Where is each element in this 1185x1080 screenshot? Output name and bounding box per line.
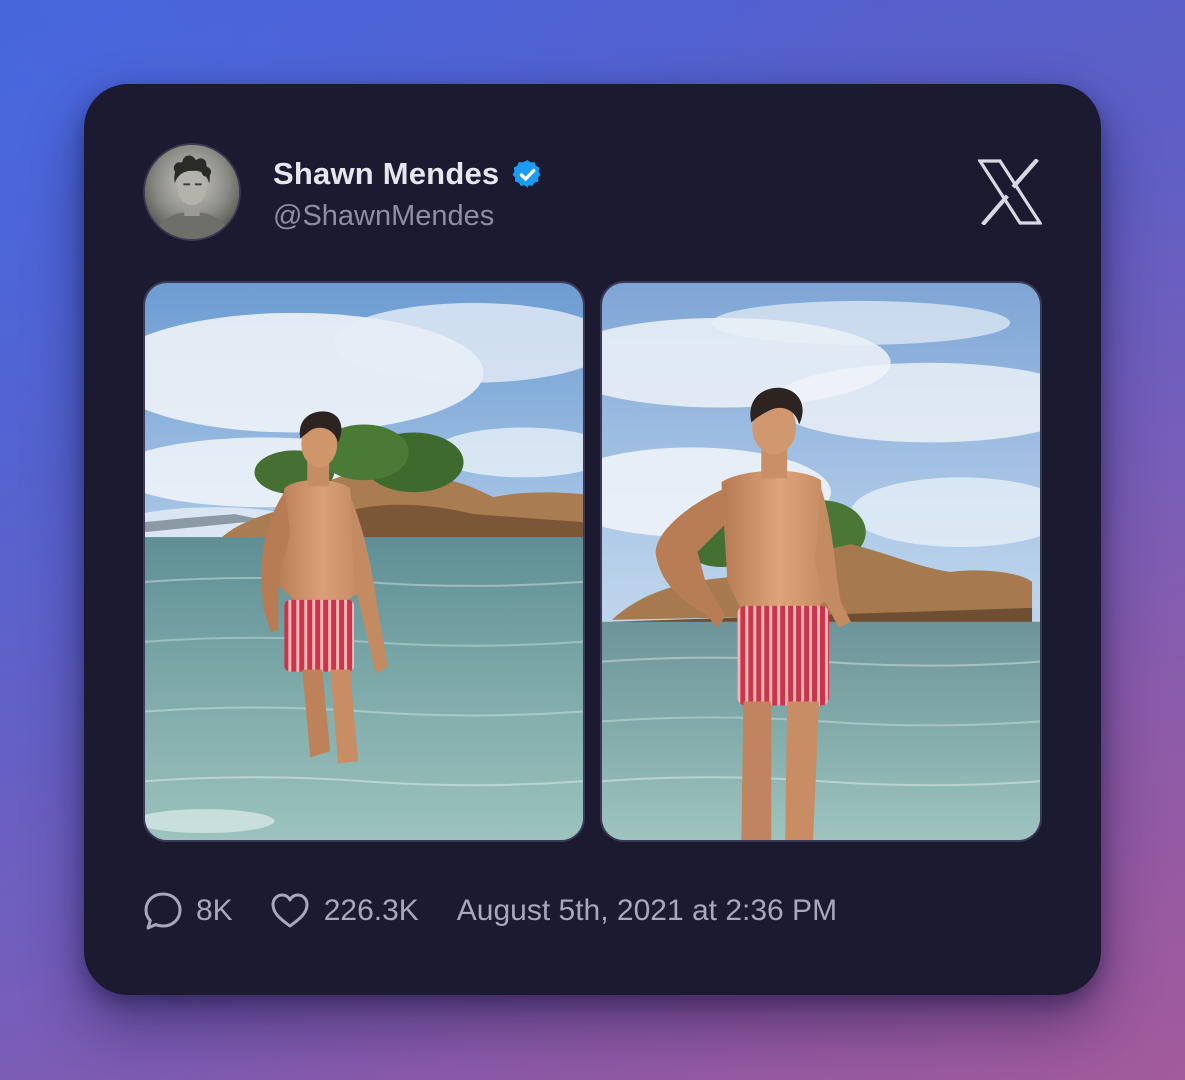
- avatar-image: [145, 145, 239, 239]
- tweet-photo-2[interactable]: [600, 281, 1042, 842]
- tweet-photo-1[interactable]: [143, 281, 585, 842]
- tweet-card: Shawn Mendes @ShawnMendes 8K 226.3K Augu…: [84, 84, 1101, 995]
- author-display-name[interactable]: Shawn Mendes: [273, 156, 499, 192]
- author-handle[interactable]: @ShawnMendes: [273, 200, 494, 233]
- likes-count: 226.3K: [323, 894, 419, 927]
- heart-icon: [271, 893, 309, 928]
- likes-stat[interactable]: 226.3K: [269, 890, 419, 932]
- x-logo-icon[interactable]: [978, 159, 1042, 225]
- replies-count: 8K: [196, 894, 233, 927]
- replies-stat[interactable]: 8K: [142, 890, 233, 932]
- tweet-timestamp[interactable]: August 5th, 2021 at 2:36 PM: [457, 894, 837, 928]
- verified-badge-icon: [512, 159, 541, 188]
- author-name-row[interactable]: Shawn Mendes: [273, 156, 544, 192]
- photo-beach-1: [145, 283, 583, 840]
- reply-bubble-icon: [144, 892, 182, 930]
- photo-beach-2: [602, 283, 1040, 840]
- tweet-footer: 8K 226.3K August 5th, 2021 at 2:36 PM: [142, 887, 837, 935]
- avatar[interactable]: [143, 143, 241, 241]
